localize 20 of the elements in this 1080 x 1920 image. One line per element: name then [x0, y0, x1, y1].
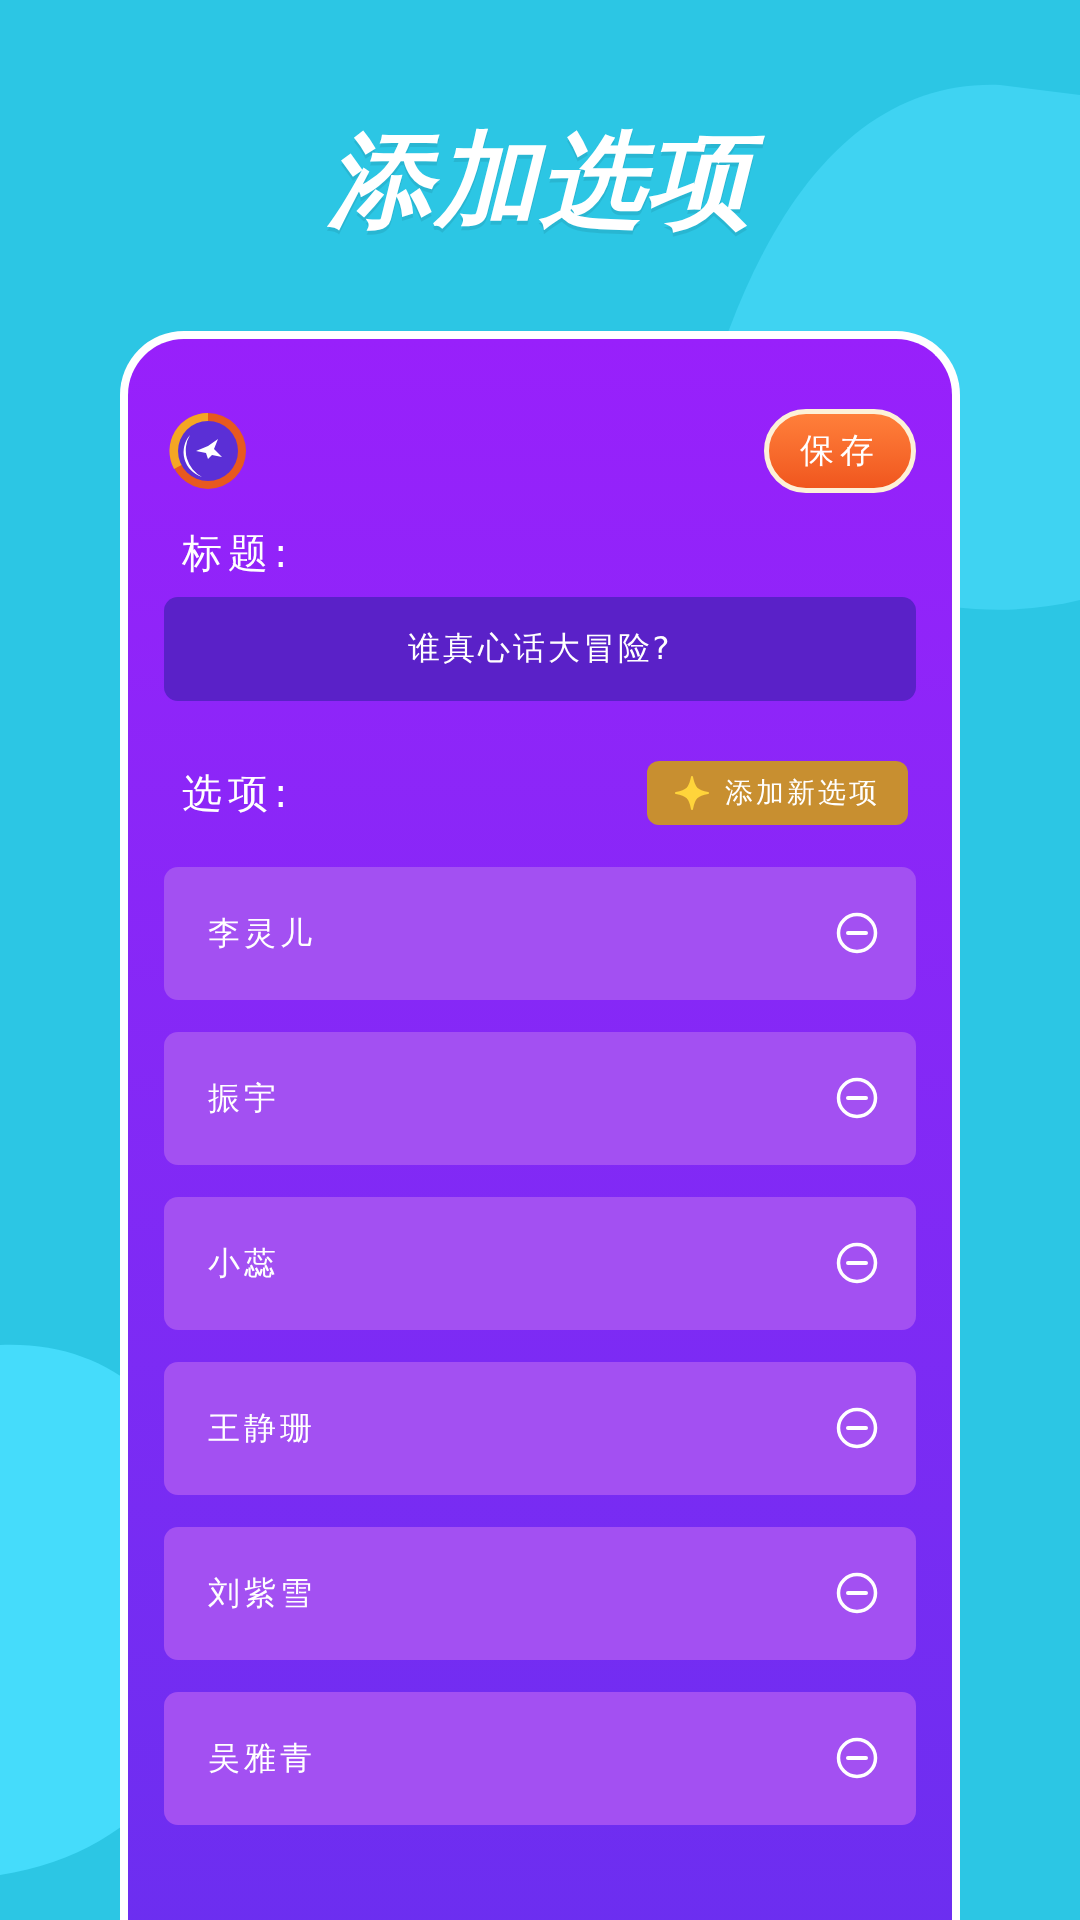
add-option-button[interactable]: 添加新选项: [647, 760, 908, 825]
option-label: 李灵儿: [208, 913, 316, 955]
logo-icon: [168, 410, 248, 491]
option-label: 小蕊: [208, 1243, 280, 1285]
sparkle-icon: [675, 775, 709, 810]
save-button[interactable]: 保存: [764, 408, 916, 493]
remove-icon[interactable]: [836, 1242, 878, 1285]
page-title: 添加选项: [298, 118, 782, 253]
option-label: 吴雅青: [208, 1738, 316, 1780]
title-label: 标题:: [182, 528, 295, 577]
remove-icon[interactable]: [836, 1077, 878, 1120]
remove-icon[interactable]: [836, 1572, 878, 1615]
option-label: 振宇: [208, 1078, 280, 1120]
remove-icon[interactable]: [836, 912, 878, 955]
remove-icon[interactable]: [836, 1407, 878, 1450]
option-label: 王静珊: [208, 1408, 316, 1450]
title-field[interactable]: 谁真心话大冒险?: [164, 596, 916, 701]
options-label: 选项:: [182, 768, 294, 817]
remove-icon[interactable]: [836, 1737, 878, 1780]
option-label: 刘紫雪: [208, 1573, 316, 1615]
